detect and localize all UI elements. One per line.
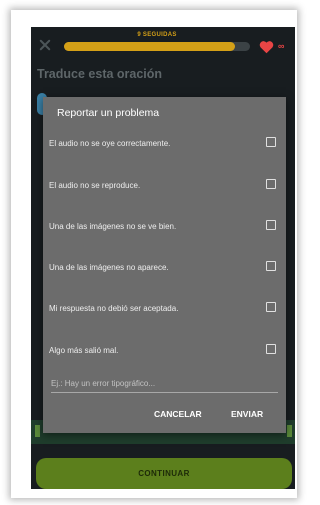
report-option-checkbox[interactable] <box>266 344 276 354</box>
report-option-label: El audio no se oye correctamente. <box>49 139 171 148</box>
exercise-prompt: Traduce esta oración <box>37 67 163 81</box>
hearts-count: ∞ <box>278 41 285 51</box>
report-option-checkbox[interactable] <box>266 137 276 147</box>
dialog-title: Reportar un problema <box>57 107 160 119</box>
report-option-checkbox[interactable] <box>266 179 276 189</box>
feedback-banner-mark <box>35 425 40 437</box>
report-option[interactable]: El audio no se reproduce. <box>43 175 286 199</box>
report-option-checkbox[interactable] <box>266 302 276 312</box>
lesson-progress-fill <box>64 42 236 51</box>
cancel-button[interactable]: CANCELAR <box>154 409 202 419</box>
report-problem-dialog: Reportar un problema El audio no se oye … <box>43 97 286 433</box>
report-option[interactable]: Algo más salió mal. <box>43 340 286 364</box>
report-option[interactable]: El audio no se oye correctamente. <box>43 133 286 157</box>
report-option[interactable]: Una de las imágenes no aparece. <box>43 257 286 281</box>
report-option-label: El audio no se reproduce. <box>49 181 141 190</box>
heart-icon <box>259 41 274 54</box>
report-option-label: Mi respuesta no debió ser aceptada. <box>49 304 179 313</box>
report-option-label: Una de las imágenes no aparece. <box>49 263 169 272</box>
report-option[interactable]: Mi respuesta no debió ser aceptada. <box>43 298 286 322</box>
report-option-label: Algo más salió mal. <box>49 346 119 355</box>
report-option-checkbox[interactable] <box>266 261 276 271</box>
streak-label: 9 SEGUIDAS <box>137 32 177 38</box>
feedback-banner-mark <box>287 425 292 437</box>
close-icon[interactable] <box>39 39 51 51</box>
report-comment-input[interactable] <box>51 376 278 393</box>
continue-button[interactable]: CONTINUAR <box>36 458 292 489</box>
report-option[interactable]: Una de las imágenes no se ve bien. <box>43 216 286 240</box>
send-button[interactable]: ENVIAR <box>231 409 263 419</box>
report-option-checkbox[interactable] <box>266 220 276 230</box>
lesson-progress-bar <box>64 42 250 51</box>
report-option-label: Una de las imágenes no se ve bien. <box>49 222 177 231</box>
